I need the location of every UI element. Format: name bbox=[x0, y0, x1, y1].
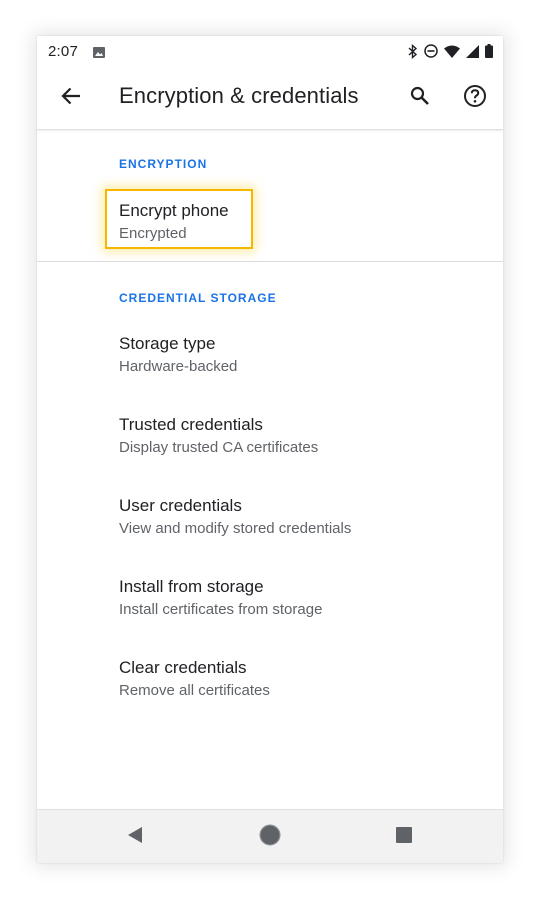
nav-home-button[interactable] bbox=[255, 822, 285, 852]
navigation-bar bbox=[37, 809, 503, 863]
phone-screen: 2:07 Encryption & credentials ENCRYPTION… bbox=[37, 36, 503, 863]
pref-summary: Display trusted CA certificates bbox=[119, 439, 319, 456]
home-circle-icon bbox=[259, 824, 281, 851]
arrow-back-icon bbox=[61, 87, 81, 110]
pref-item-trusted-credentials[interactable]: Trusted credentials Display trusted CA c… bbox=[37, 404, 503, 478]
status-icons bbox=[408, 43, 493, 59]
help-icon bbox=[463, 84, 487, 113]
page-title: Encryption & credentials bbox=[119, 83, 359, 108]
battery-icon bbox=[485, 44, 493, 58]
pref-title: Storage type bbox=[119, 334, 216, 353]
back-triangle-icon bbox=[126, 826, 144, 849]
pref-title: Clear credentials bbox=[119, 658, 247, 677]
pref-item-clear-credentials[interactable]: Clear credentials Remove all certificate… bbox=[37, 647, 503, 721]
section-header-encryption: ENCRYPTION bbox=[119, 157, 208, 171]
do-not-disturb-icon bbox=[424, 44, 438, 58]
image-icon bbox=[93, 45, 105, 58]
pref-title: Trusted credentials bbox=[119, 415, 263, 434]
recents-square-icon bbox=[395, 826, 413, 849]
pref-title: Install from storage bbox=[119, 577, 264, 596]
status-bar: 2:07 bbox=[37, 36, 503, 67]
pref-summary: Install certificates from storage bbox=[119, 601, 323, 618]
pref-summary: Remove all certificates bbox=[119, 682, 270, 699]
pref-title: User credentials bbox=[119, 496, 242, 515]
bluetooth-icon bbox=[408, 43, 418, 59]
search-icon bbox=[410, 86, 430, 111]
wifi-icon bbox=[444, 45, 460, 58]
pref-item-user-credentials[interactable]: User credentials View and modify stored … bbox=[37, 485, 503, 559]
help-button[interactable] bbox=[459, 82, 491, 114]
pref-summary: Encrypted bbox=[119, 225, 187, 242]
status-time: 2:07 bbox=[48, 43, 78, 60]
nav-back-button[interactable] bbox=[120, 822, 150, 852]
pref-summary: Hardware-backed bbox=[119, 358, 238, 375]
pref-item-encrypt-phone[interactable]: Encrypt phone Encrypted bbox=[37, 189, 503, 251]
pref-item-storage-type[interactable]: Storage type Hardware-backed bbox=[37, 323, 503, 397]
back-button[interactable] bbox=[55, 82, 87, 114]
screenshot-canvas: 2:07 Encryption & credentials ENCRYPTION… bbox=[0, 0, 540, 900]
search-button[interactable] bbox=[404, 82, 436, 114]
pref-item-install-from-storage[interactable]: Install from storage Install certificate… bbox=[37, 566, 503, 640]
pref-summary: View and modify stored credentials bbox=[119, 520, 352, 537]
nav-recents-button[interactable] bbox=[389, 822, 419, 852]
app-bar: Encryption & credentials bbox=[37, 67, 503, 130]
divider bbox=[37, 261, 503, 262]
signal-icon bbox=[466, 44, 479, 58]
section-header-credential-storage: CREDENTIAL STORAGE bbox=[119, 291, 277, 305]
pref-title: Encrypt phone bbox=[119, 201, 229, 220]
